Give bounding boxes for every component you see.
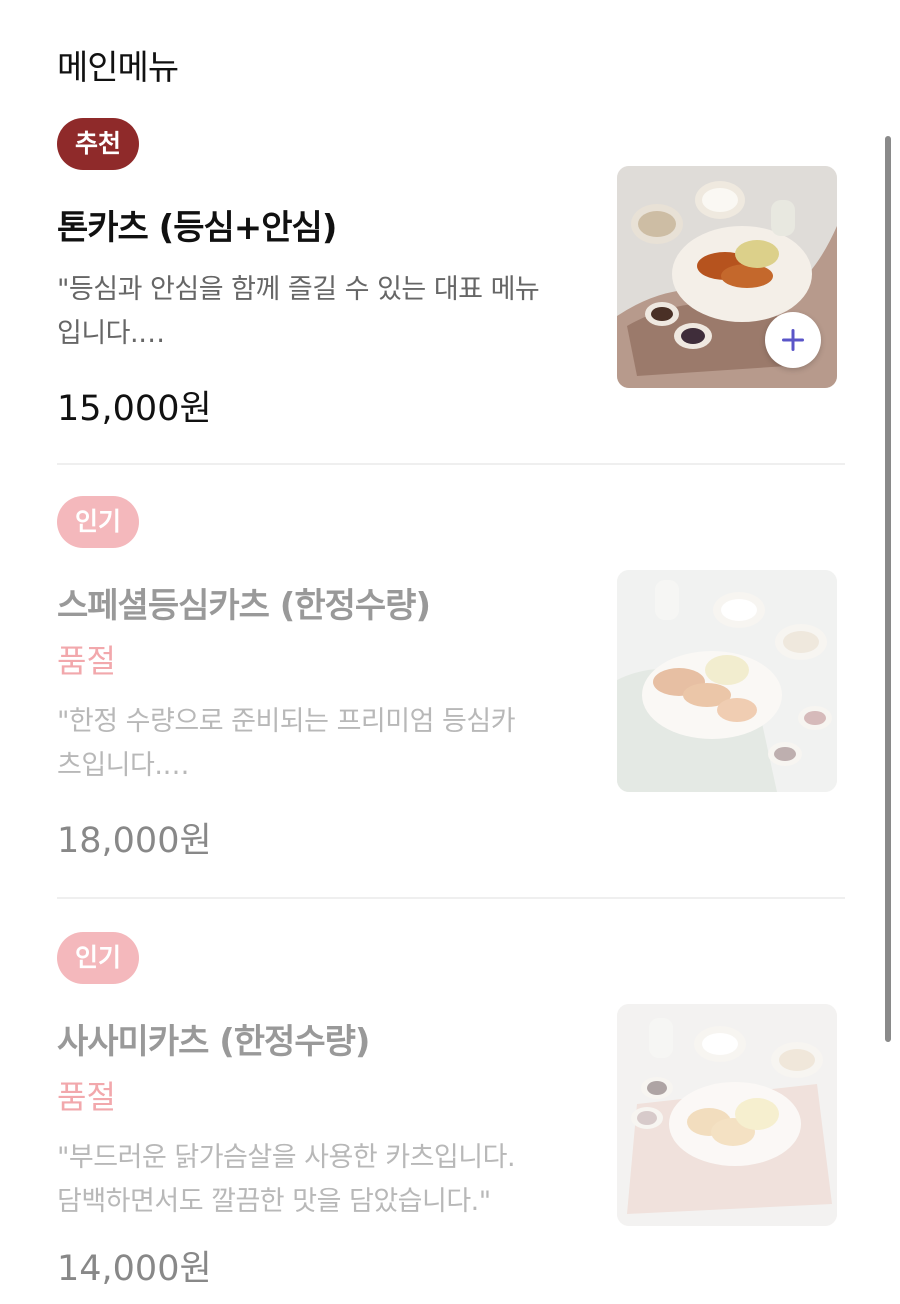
- add-to-cart-button[interactable]: [765, 312, 821, 368]
- chicken-katsu-photo[interactable]: [617, 1004, 837, 1226]
- divider: [57, 463, 845, 465]
- menu-item-description: "등심과 안심을 함께 즐길 수 있는 대표 메뉴 입니다.…: [57, 274, 540, 349]
- soldout-label: 품절: [57, 642, 116, 680]
- menu-item-special-loin-katsu[interactable]: 인기 스페셜등심카츠 (한정수량) 품절 "한정 수량으로 준비되는 프리미엄 …: [57, 496, 847, 898]
- menu-item-price: 15,000원: [57, 389, 212, 429]
- special-loin-katsu-photo[interactable]: [617, 570, 837, 792]
- scrollbar[interactable]: [885, 136, 891, 1042]
- plus-icon: [782, 329, 804, 351]
- menu-item-name: 스페셜등심카츠 (한정수량): [57, 586, 431, 626]
- menu-item-price: 18,000원: [57, 821, 212, 861]
- menu-item-description: "부드러운 닭가슴살을 사용한 카츠입니다. 담백하면서도 깔끔한 맛을 담았습…: [57, 1142, 516, 1217]
- section-title: 메인메뉴: [57, 48, 179, 88]
- menu-item-price: 14,000원: [57, 1249, 212, 1289]
- menu-item-tonkatsu[interactable]: 추천 톤카츠 (등심+안심) "등심과 안심을 함께 즐길 수 있는 대표 메뉴…: [57, 118, 847, 464]
- divider: [57, 897, 845, 899]
- soldout-label: 품절: [57, 1078, 116, 1116]
- menu-item-name: 사사미카츠 (한정수량): [57, 1022, 370, 1062]
- menu-item-chicken-katsu[interactable]: 인기 사사미카츠 (한정수량) 품절 "부드러운 닭가슴살을 사용한 카츠입니다…: [57, 932, 847, 1304]
- popular-badge: 인기: [57, 496, 140, 548]
- popular-badge: 인기: [57, 932, 140, 984]
- menu-item-name: 톤카츠 (등심+안심): [57, 208, 337, 248]
- recommend-badge: 추천: [57, 118, 140, 170]
- menu-item-description: "한정 수량으로 준비되는 프리미엄 등심카 츠입니다.…: [57, 706, 516, 781]
